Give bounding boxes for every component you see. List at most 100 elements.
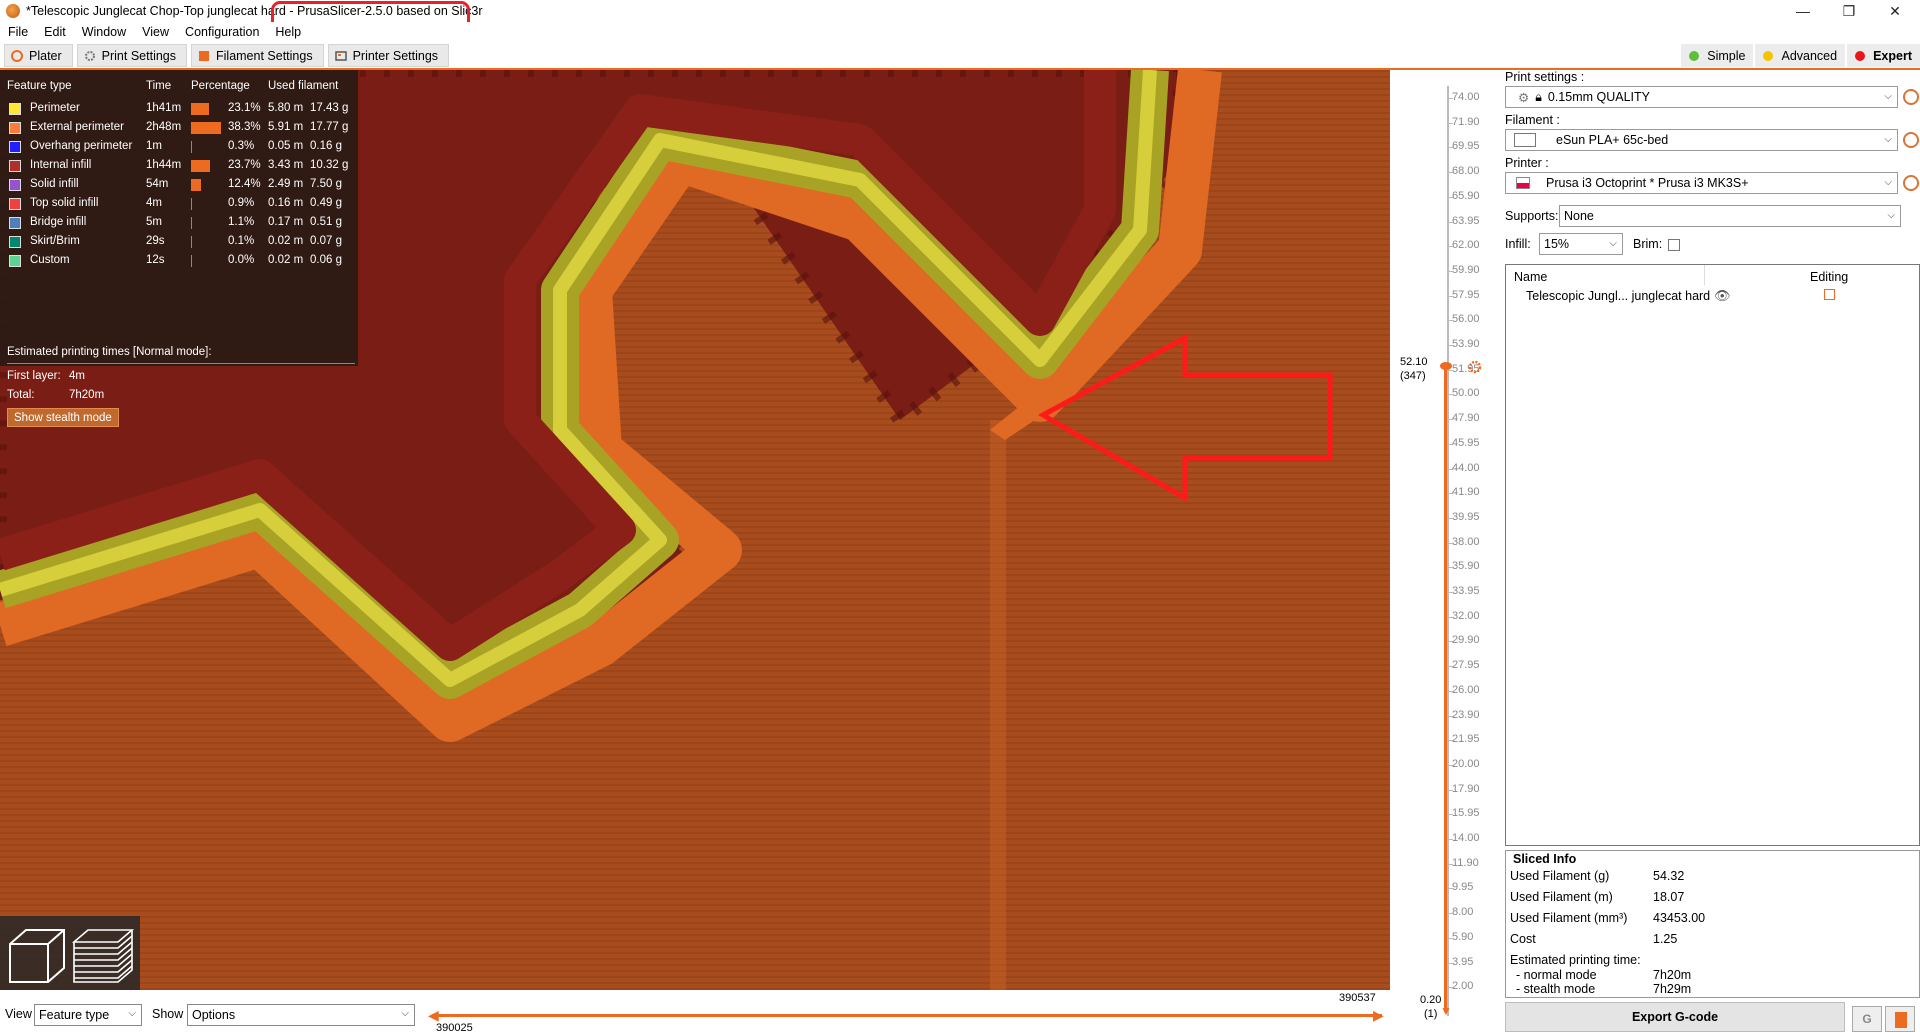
layer-slider-top-handle[interactable]: [1440, 362, 1452, 370]
layer-tick-mark: [1449, 468, 1453, 470]
view-type-select[interactable]: Feature type ⌵: [34, 1004, 142, 1026]
layer-tick-mark: [1449, 419, 1453, 421]
layer-tick-mark: [1449, 740, 1453, 742]
mode-simple-button[interactable]: Simple: [1681, 44, 1754, 67]
spool-icon: [199, 50, 209, 61]
hslider-right-handle-icon[interactable]: ▶: [1373, 1007, 1384, 1024]
legend-percentage-bar: [191, 160, 210, 172]
layer-tick-label: 11.90: [1452, 856, 1479, 869]
layer-tick-label: 62.00: [1452, 239, 1480, 252]
menu-file[interactable]: File: [0, 25, 36, 39]
legend-row[interactable]: Solid infill 54m 12.4% 2.49 m 7.50 g: [0, 175, 358, 194]
legend-row[interactable]: External perimeter 2h48m 38.3% 5.91 m 17.77 …: [0, 118, 358, 137]
object-row[interactable]: Telescopic Jungl... junglecat hard 👁︎: [1506, 287, 1919, 305]
legend-row[interactable]: Internal infill 1h44m 23.7% 3.43 m 10.32 g: [0, 156, 358, 175]
advanced-mode-dot-icon: [1763, 50, 1774, 61]
print-settings-combo[interactable]: ⚙ 🔒︎ 0.15mm QUALITY ⌵: [1505, 86, 1898, 108]
print-settings-edit-gear-icon[interactable]: [1903, 89, 1919, 105]
legend-feature-name: Bridge infill: [30, 216, 87, 228]
infill-combo[interactable]: 15% ⌵: [1539, 233, 1623, 255]
legend-row[interactable]: Custom 12s 0.0% 0.02 m 0.06 g: [0, 251, 358, 270]
legend-length: 2.49 m: [268, 178, 304, 190]
legend-weight: 0.16 g: [310, 140, 342, 152]
mode-expert-button[interactable]: Expert: [1847, 44, 1920, 67]
layer-slider-range[interactable]: [1444, 366, 1447, 1012]
legend-color-swatch: [9, 198, 21, 210]
send-gcode-icon[interactable]: G: [1852, 1006, 1882, 1032]
maximize-button[interactable]: ❐: [1826, 0, 1872, 22]
export-gcode-button[interactable]: Export G-code: [1505, 1002, 1845, 1032]
prusaslicer-window: *Telescopic Junglecat Chop-Top junglecat…: [0, 0, 1920, 1032]
legend-row[interactable]: Perimeter 1h41m 23.1% 5.80 m 17.43 g: [0, 99, 358, 118]
total-value: 7h20m: [69, 389, 105, 401]
layers-view-icon[interactable]: [72, 926, 134, 984]
layer-slider-panel: 74.00 71.90 69.95 68.00 65.90 63.95 62.00 59.90…: [1390, 70, 1505, 1032]
layer-tick-label: 17.90: [1452, 782, 1480, 795]
legend-percentage: 0.9%: [228, 197, 255, 209]
bottom-layer-number: (1): [1424, 1008, 1438, 1020]
tab-plater[interactable]: Plater: [4, 44, 73, 67]
filament-combo[interactable]: eSun PLA+ 65c-bed ⌵: [1505, 129, 1898, 151]
minimize-button[interactable]: —: [1780, 0, 1826, 22]
mode-selector: Simple Advanced Expert: [1679, 43, 1920, 68]
edit-icon[interactable]: [1824, 289, 1835, 300]
layer-tick-label: 3.95: [1452, 955, 1474, 968]
legend-length: 0.05 m: [268, 140, 304, 152]
mode-advanced-button[interactable]: Advanced: [1755, 44, 1846, 67]
layer-tick-mark: [1449, 98, 1453, 99]
menu-view[interactable]: View: [134, 25, 177, 39]
layer-slider-bottom-handle[interactable]: ▼: [1440, 1004, 1452, 1018]
layer-tick-label: 44.00: [1452, 461, 1480, 474]
filament-edit-gear-icon[interactable]: [1903, 132, 1919, 148]
supports-combo[interactable]: None ⌵: [1559, 205, 1901, 227]
legend-length: 0.16 m: [268, 197, 304, 209]
layer-tick-mark: [1449, 715, 1453, 717]
legend-percentage-bar: [191, 236, 192, 248]
legend-row[interactable]: Overhang perimeter 1m 0.3% 0.05 m 0.16 g: [0, 137, 358, 156]
legend-percentage: 0.1%: [228, 235, 255, 247]
layer-tick-label: 20.00: [1452, 757, 1480, 770]
first-layer-label: First layer:: [7, 370, 61, 382]
layer-tick-mark: [1449, 122, 1453, 124]
printer-combo[interactable]: Prusa i3 Octoprint * Prusa i3 MK3S+ ⌵: [1505, 172, 1898, 194]
legend-row[interactable]: Top solid infill 4m 0.9% 0.16 m 0.49 g: [0, 194, 358, 213]
legend-time: 2h48m: [146, 121, 182, 133]
eject-sd-icon[interactable]: [1885, 1006, 1915, 1032]
legend-row[interactable]: Bridge infill 5m 1.1% 0.17 m 0.51 g: [0, 213, 358, 232]
sliced-info-panel: Sliced Info Used Filament (g) 54.32 Used…: [1505, 850, 1920, 998]
printer-edit-gear-icon[interactable]: [1903, 175, 1919, 191]
legend-weight: 17.77 g: [310, 121, 349, 133]
menu-configuration[interactable]: Configuration: [177, 25, 267, 39]
filament-color-swatch[interactable]: [1514, 133, 1536, 147]
layer-tick-mark: [1449, 270, 1453, 272]
legend-percentage: 38.3%: [228, 121, 261, 133]
brim-checkbox[interactable]: [1668, 239, 1680, 251]
3d-view-icon[interactable]: [8, 926, 66, 984]
gear-icon[interactable]: [1468, 360, 1482, 374]
layer-tick-mark: [1449, 196, 1453, 198]
legend-weight: 10.32 g: [310, 159, 349, 171]
layer-tick-label: 68.00: [1452, 165, 1480, 178]
legend-row[interactable]: Skirt/Brim 29s 0.1% 0.02 m 0.07 g: [0, 232, 358, 251]
tab-print-settings[interactable]: Print Settings: [76, 44, 187, 67]
layer-tick-mark: [1449, 221, 1453, 223]
layer-tick-mark: [1449, 542, 1453, 544]
menu-edit[interactable]: Edit: [36, 25, 74, 39]
close-button[interactable]: ✕: [1872, 0, 1918, 22]
tab-filament-settings[interactable]: Filament Settings: [191, 44, 324, 67]
eye-icon[interactable]: 👁︎: [1714, 288, 1731, 304]
total-label: Total:: [7, 389, 35, 401]
show-stealth-mode-button[interactable]: Show stealth mode: [7, 408, 119, 427]
tab-printer-settings[interactable]: Printer Settings: [327, 44, 450, 67]
first-layer-value: 4m: [69, 370, 85, 382]
show-options-select[interactable]: Options ⌵: [187, 1004, 415, 1026]
plater-icon: [11, 49, 23, 62]
legend-percentage: 23.7%: [228, 159, 261, 171]
horizontal-move-slider[interactable]: [432, 1014, 1382, 1017]
legend-color-swatch: [9, 236, 21, 248]
legend-percentage-bar: [191, 217, 192, 229]
legend-time: 29s: [146, 235, 165, 247]
menu-window[interactable]: Window: [74, 25, 134, 39]
layer-tick-label: 9.95: [1452, 881, 1474, 894]
menu-help[interactable]: Help: [267, 25, 309, 39]
